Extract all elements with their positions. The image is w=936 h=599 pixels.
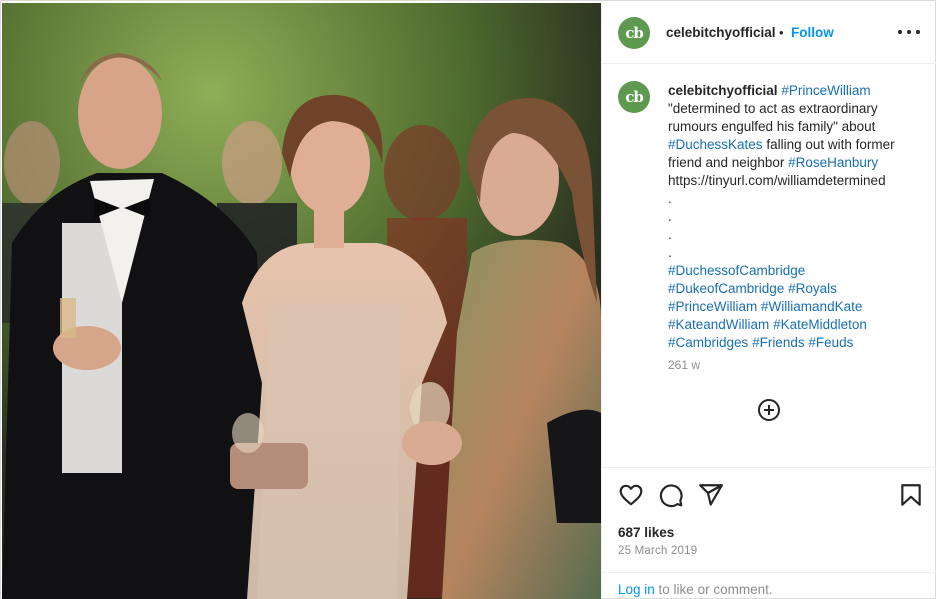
bookmark-icon[interactable] <box>898 482 924 508</box>
caption-line: #Cambridges #Friends #Feuds <box>668 334 920 352</box>
caption-username[interactable]: celebitchyofficial <box>668 83 778 98</box>
send-icon[interactable] <box>698 482 724 508</box>
more-dot <box>916 30 920 34</box>
login-suffix: to like or comment. <box>654 582 773 597</box>
more-dot <box>907 30 911 34</box>
hashtag-link[interactable]: #RoseHanbury <box>788 155 878 170</box>
caption-line: #DuchessofCambridge <box>668 262 920 280</box>
plus-circle-icon[interactable] <box>757 398 781 422</box>
post-actions: 687 likes 25 March 2019 Log in to like o… <box>602 467 936 599</box>
more-dot <box>898 30 902 34</box>
avatar[interactable]: cb <box>618 17 650 49</box>
caption-line: . <box>668 190 920 208</box>
hashtag-link[interactable]: #DukeofCambridge <box>668 281 784 296</box>
post-side-panel: cb celebitchyofficial • Follow cb celebi… <box>601 1 936 599</box>
caption-avatar[interactable]: cb <box>618 81 650 113</box>
hashtag-link[interactable]: #Feuds <box>808 335 853 350</box>
hashtag-link[interactable]: #KateandWilliam <box>668 317 769 332</box>
hashtag-link[interactable]: #DuchessKates <box>668 137 763 152</box>
more-options-icon[interactable] <box>898 23 920 41</box>
caption-line: #PrinceWilliam #WilliamandKate <box>668 298 920 316</box>
login-prompt: Log in to like or comment. <box>602 572 936 599</box>
caption-fragment: . <box>668 245 672 260</box>
hashtag-link[interactable]: #Cambridges <box>668 335 748 350</box>
caption-line: #PrinceWilliam <box>781 83 870 98</box>
post-age: 261 w <box>668 358 701 372</box>
caption-fragment: https://tinyurl.com/williamdetermined <box>668 173 886 188</box>
post-photo[interactable] <box>2 3 601 599</box>
caption-fragment: . <box>668 227 672 242</box>
hashtag-link[interactable]: #KateMiddleton <box>773 317 867 332</box>
caption-fragment: rumours engulfed his family" about <box>668 119 876 134</box>
caption-text: celebitchyofficial #PrinceWilliam "determ… <box>668 82 920 352</box>
comment-icon[interactable] <box>658 482 684 508</box>
caption-line: . <box>668 226 920 244</box>
comments-section: cb celebitchyofficial #PrinceWilliam "det… <box>602 65 936 467</box>
hashtag-link[interactable]: #DuchessofCambridge <box>668 263 805 278</box>
caption-line: rumours engulfed his family" about <box>668 118 920 136</box>
caption-fragment: . <box>668 191 672 206</box>
hashtag-link[interactable]: #PrinceWilliam <box>668 299 757 314</box>
username-link[interactable]: celebitchyofficial <box>666 25 776 40</box>
heart-icon[interactable] <box>618 482 644 508</box>
likes-count[interactable]: 687 likes <box>618 525 674 540</box>
hashtag-link[interactable]: #Friends <box>752 335 805 350</box>
post-date: 25 March 2019 <box>618 545 698 557</box>
caption-line: friend and neighbor #RoseHanbury <box>668 154 920 172</box>
hashtag-link[interactable]: #PrinceWilliam <box>781 83 870 98</box>
caption-line: #KateandWilliam #KateMiddleton <box>668 316 920 334</box>
caption-fragment: "determined to act as extraordinary <box>668 101 878 116</box>
login-link[interactable]: Log in <box>618 582 655 597</box>
caption-line: "determined to act as extraordinary <box>668 100 920 118</box>
instagram-post: cb celebitchyofficial • Follow cb celebi… <box>0 0 936 599</box>
separator-dot: • <box>779 25 784 40</box>
caption-line: #DuchessKates falling out with former <box>668 136 920 154</box>
hashtag-link[interactable]: #WilliamandKate <box>761 299 862 314</box>
caption-line: . <box>668 244 920 262</box>
caption-line: https://tinyurl.com/williamdetermined <box>668 172 920 190</box>
hashtag-link[interactable]: #Royals <box>788 281 837 296</box>
caption-fragment: friend and neighbor <box>668 155 789 170</box>
follow-button[interactable]: Follow <box>791 25 834 40</box>
caption-fragment: . <box>668 209 672 224</box>
post-header: cb celebitchyofficial • Follow <box>602 1 936 64</box>
photo-illustration <box>2 3 601 599</box>
caption-line: . <box>668 208 920 226</box>
caption-fragment: falling out with former <box>762 137 895 152</box>
caption-line: #DukeofCambridge #Royals <box>668 280 920 298</box>
